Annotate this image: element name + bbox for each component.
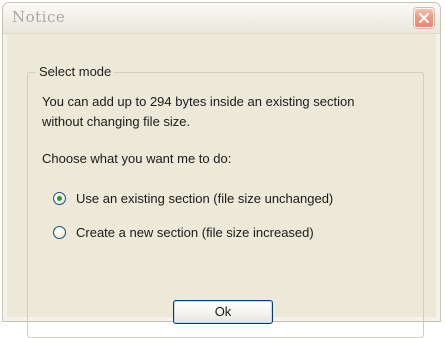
select-mode-group: Select mode You can add up to 294 bytes … [27, 64, 424, 338]
radio-button-existing[interactable] [53, 192, 66, 205]
radio-button-new[interactable] [53, 226, 66, 239]
message-line-2: without changing file size. [42, 114, 191, 129]
close-icon [419, 13, 429, 23]
radio-label-new[interactable]: Create a new section (file size increase… [76, 225, 314, 240]
ok-button[interactable]: Ok [173, 300, 273, 324]
choice-prompt: Choose what you want me to do: [42, 151, 232, 166]
title-bar[interactable]: Notice [3, 3, 440, 34]
group-legend: Select mode [36, 64, 115, 79]
radio-label-existing[interactable]: Use an existing section (file size uncha… [76, 191, 333, 206]
dialog-title: Notice [12, 8, 66, 26]
radio-selected-dot [57, 196, 62, 201]
notice-dialog: Notice Select mode You can add up to 294… [2, 2, 441, 338]
close-button[interactable] [414, 8, 434, 28]
dialog-body: Select mode You can add up to 294 bytes … [7, 34, 436, 338]
message-line-1: You can add up to 294 bytes inside an ex… [42, 94, 355, 109]
